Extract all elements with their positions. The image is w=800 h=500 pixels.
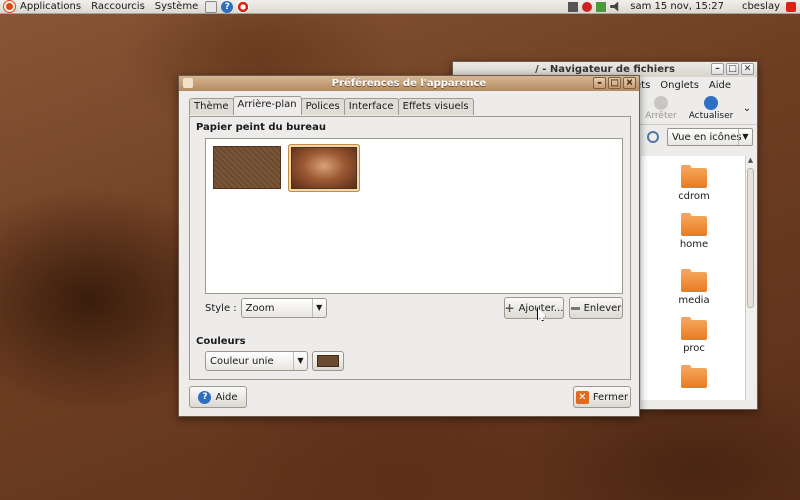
- menu-system[interactable]: Système: [150, 1, 203, 12]
- folder-item[interactable]: proc: [671, 317, 717, 354]
- wallpaper-heading: Papier peint du bureau: [196, 122, 326, 133]
- folder-label: cdrom: [678, 191, 710, 202]
- remove-wallpaper-button[interactable]: Enlever: [569, 297, 623, 319]
- tab-bar: Thème Arrière-plan Polices Interface Eff…: [189, 96, 474, 115]
- color-picker-button[interactable]: [312, 351, 344, 371]
- scroll-up-icon[interactable]: ▲: [746, 156, 755, 166]
- scroll-thumb[interactable]: [747, 168, 754, 308]
- stop-button[interactable]: Arrêter: [639, 96, 683, 121]
- file-browser-icon-view[interactable]: cdrom home media proc: [641, 156, 745, 400]
- reload-button[interactable]: Actualiser: [689, 96, 733, 121]
- style-value: Zoom: [245, 302, 275, 314]
- folder-icon: [681, 365, 707, 388]
- reload-icon: [704, 96, 718, 110]
- chevron-down-icon: ▼: [293, 352, 307, 370]
- close-button-label: Fermer: [592, 391, 629, 403]
- help-button-label: Aide: [215, 391, 238, 403]
- ubuntu-logo-icon[interactable]: [4, 1, 15, 12]
- minimize-button[interactable]: –: [711, 63, 724, 75]
- help-icon[interactable]: ?: [221, 0, 234, 13]
- network-icon[interactable]: [568, 1, 579, 12]
- maximize-button[interactable]: □: [726, 63, 739, 75]
- folder-label: proc: [683, 343, 705, 354]
- minus-icon: [570, 306, 580, 310]
- folder-icon: [681, 165, 707, 188]
- dialog-title: Préférences de l'apparence: [331, 78, 487, 89]
- appearance-app-icon: [183, 78, 193, 88]
- folder-item[interactable]: [671, 365, 717, 391]
- folder-item[interactable]: cdrom: [671, 165, 717, 202]
- lifebuoy-icon[interactable]: [237, 0, 250, 13]
- folder-item[interactable]: media: [671, 269, 717, 306]
- color-row: Couleur unie ▼: [205, 351, 308, 371]
- minimize-button[interactable]: –: [593, 77, 606, 89]
- folder-item[interactable]: home: [671, 213, 717, 250]
- add-wallpaper-button[interactable]: + Ajouter...: [504, 297, 564, 319]
- dialog-titlebar[interactable]: Préférences de l'apparence – □ ✕: [179, 76, 639, 91]
- tab-theme[interactable]: Thème: [189, 98, 234, 115]
- plus-icon: +: [504, 301, 515, 315]
- power-icon[interactable]: [786, 1, 796, 12]
- folder-icon: [681, 269, 707, 292]
- folder-label: home: [679, 239, 709, 250]
- close-dialog-button[interactable]: ✕ Fermer: [573, 386, 631, 408]
- help-icon: ?: [198, 390, 212, 404]
- color-swatch: [317, 355, 339, 367]
- toolbar-overflow-chevron-icon[interactable]: ⌄: [739, 103, 755, 114]
- username[interactable]: cbeslay: [732, 1, 782, 12]
- reload-label: Actualiser: [688, 111, 734, 121]
- stop-icon: [654, 96, 668, 110]
- battery-icon[interactable]: [596, 1, 607, 12]
- chevron-down-icon: ▼: [311, 299, 326, 317]
- wallpaper-list[interactable]: [205, 138, 623, 294]
- menu-places[interactable]: Raccourcis: [86, 1, 150, 12]
- top-panel: Applications Raccourcis Système ? sam 15…: [0, 0, 800, 14]
- menu-applications[interactable]: Applications: [15, 1, 86, 12]
- tab-interface[interactable]: Interface: [343, 98, 399, 115]
- tab-background[interactable]: Arrière-plan: [232, 96, 302, 115]
- mail-icon[interactable]: [205, 0, 218, 13]
- color-mode-select[interactable]: Couleur unie ▼: [205, 351, 308, 371]
- tab-fonts[interactable]: Polices: [300, 98, 345, 115]
- folder-icon: [681, 213, 707, 236]
- menu-tabs[interactable]: Onglets: [660, 80, 699, 91]
- file-browser-title: / - Navigateur de fichiers: [535, 64, 675, 75]
- wallpaper-thumbnail-selected[interactable]: [288, 144, 360, 192]
- volume-icon[interactable]: [610, 1, 619, 12]
- update-icon[interactable]: [582, 1, 593, 12]
- folder-icon: [681, 317, 707, 340]
- maximize-button[interactable]: □: [608, 77, 621, 89]
- view-mode-value: Vue en icônes: [672, 131, 742, 143]
- zoom-icon[interactable]: [647, 131, 659, 143]
- background-tab-panel: Papier peint du bureau Style : Zoom ▼ + …: [189, 116, 631, 380]
- menu-help[interactable]: Aide: [709, 80, 731, 91]
- appearance-dialog: Préférences de l'apparence – □ ✕ Thème A…: [178, 75, 640, 417]
- close-icon: ✕: [575, 390, 589, 404]
- clock[interactable]: sam 15 nov, 15:27: [622, 1, 732, 12]
- vertical-scrollbar[interactable]: ▲: [745, 156, 755, 400]
- style-select[interactable]: Zoom ▼: [240, 298, 327, 318]
- wallpaper-preview-image: [291, 147, 357, 189]
- style-label: Style :: [205, 302, 237, 314]
- remove-button-label: Enlever: [583, 302, 622, 314]
- style-row: Style : Zoom ▼: [205, 298, 327, 318]
- wallpaper-thumbnail[interactable]: [213, 146, 281, 189]
- colors-heading: Couleurs: [196, 336, 246, 347]
- stop-label: Arrêter: [645, 111, 677, 121]
- folder-label: media: [678, 295, 710, 306]
- close-button[interactable]: ✕: [741, 63, 754, 75]
- view-mode-select[interactable]: Vue en icônes ▼: [667, 128, 753, 146]
- close-button[interactable]: ✕: [623, 77, 636, 89]
- help-button[interactable]: ? Aide: [189, 386, 247, 408]
- color-mode-value: Couleur unie: [210, 355, 274, 367]
- tab-visual-effects[interactable]: Effets visuels: [397, 98, 474, 115]
- chevron-down-icon: ▼: [738, 129, 752, 145]
